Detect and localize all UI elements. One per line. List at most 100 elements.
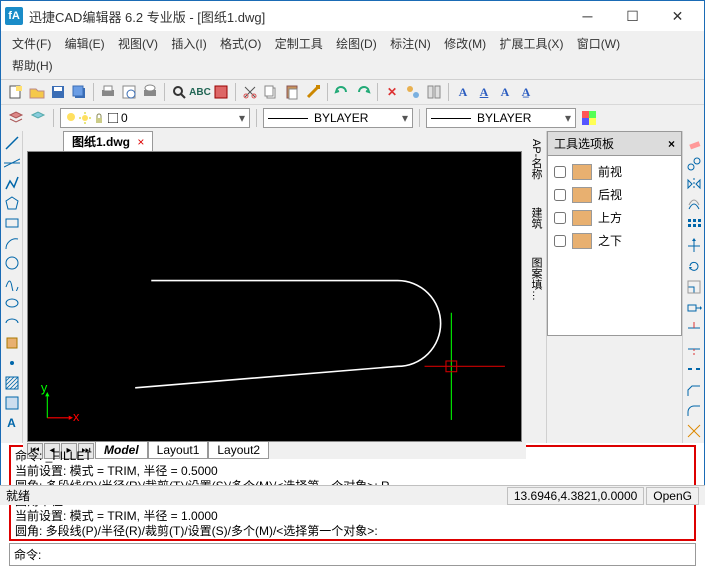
break-icon[interactable] — [685, 361, 703, 378]
array-icon[interactable] — [685, 217, 703, 234]
copy2-icon[interactable] — [685, 156, 703, 173]
layer-states-icon[interactable] — [29, 109, 47, 127]
open-icon[interactable] — [28, 83, 46, 101]
menu-view[interactable]: 视图(V) — [113, 33, 163, 55]
app-logo: fA — [5, 7, 23, 25]
copy-icon[interactable] — [262, 83, 280, 101]
arc-icon[interactable] — [3, 235, 21, 251]
menu-extend[interactable]: 扩展工具(X) — [494, 33, 568, 55]
chevron-down-icon: ▾ — [402, 111, 408, 125]
close-tab-icon[interactable]: × — [137, 135, 144, 149]
spline-icon[interactable] — [3, 275, 21, 291]
props-icon[interactable] — [404, 83, 422, 101]
menu-modify[interactable]: 修改(M) — [439, 33, 491, 55]
block-icon[interactable] — [3, 335, 21, 351]
command-line[interactable]: 命令: — [9, 543, 696, 566]
menu-insert[interactable]: 插入(I) — [166, 33, 211, 55]
menu-draw[interactable]: 绘图(D) — [331, 33, 382, 55]
polyline-icon[interactable] — [3, 175, 21, 191]
palette-check[interactable] — [554, 235, 566, 247]
bulb-icon — [65, 112, 77, 124]
document-tab[interactable]: 图纸1.dwg × — [63, 131, 153, 151]
cut-icon[interactable] — [241, 83, 259, 101]
new-icon[interactable] — [7, 83, 25, 101]
palette-item[interactable]: 后视 — [552, 183, 677, 206]
menu-window[interactable]: 窗口(W) — [572, 33, 625, 55]
move-icon[interactable] — [685, 238, 703, 255]
print-icon[interactable] — [99, 83, 117, 101]
undo-icon[interactable] — [333, 83, 351, 101]
modify-toolbar — [682, 131, 704, 443]
side-tab-ap[interactable]: AP-名称 — [527, 135, 545, 183]
save-icon[interactable] — [49, 83, 67, 101]
scale-icon[interactable] — [685, 279, 703, 296]
text-a3-icon[interactable]: A — [496, 83, 514, 101]
palette-check[interactable] — [554, 166, 566, 178]
plot-icon[interactable] — [141, 83, 159, 101]
polygon-icon[interactable] — [3, 195, 21, 211]
spell-icon[interactable]: ABC — [191, 83, 209, 101]
paste-icon[interactable] — [283, 83, 301, 101]
close-button[interactable]: ✕ — [655, 2, 700, 30]
xline-icon[interactable] — [3, 155, 21, 171]
layout-tab-1[interactable]: Layout1 — [148, 442, 209, 459]
side-tab-arch[interactable]: 建筑 — [527, 203, 545, 233]
menu-file[interactable]: 文件(F) — [7, 33, 56, 55]
mirror-icon[interactable] — [685, 176, 703, 193]
region-icon[interactable] — [3, 395, 21, 411]
menu-dim[interactable]: 标注(N) — [385, 33, 436, 55]
extend-icon[interactable] — [685, 340, 703, 357]
layer-manager-icon[interactable] — [7, 109, 25, 127]
layout-tab-model[interactable]: Model — [95, 442, 148, 459]
palette-item[interactable]: 之下 — [552, 229, 677, 252]
fillet-icon[interactable] — [685, 402, 703, 419]
line-icon[interactable] — [3, 135, 21, 151]
erase-icon[interactable] — [685, 135, 703, 152]
palette-close-icon[interactable]: × — [668, 137, 675, 151]
palette-check[interactable] — [554, 212, 566, 224]
rectangle-icon[interactable] — [3, 215, 21, 231]
palette-check[interactable] — [554, 189, 566, 201]
explode-icon[interactable] — [685, 422, 703, 439]
ellipse-arc-icon[interactable] — [3, 315, 21, 331]
find-icon[interactable] — [170, 83, 188, 101]
redo-icon[interactable] — [354, 83, 372, 101]
drawing-canvas[interactable]: x y — [27, 151, 522, 442]
stretch-icon[interactable] — [685, 299, 703, 316]
text-a2-icon[interactable]: A — [475, 83, 493, 101]
linetype-combo[interactable]: BYLAYER ▾ — [263, 108, 413, 128]
trim-icon[interactable] — [685, 320, 703, 337]
offset-icon[interactable] — [685, 197, 703, 214]
circle-icon[interactable] — [3, 255, 21, 271]
menu-custom-tools[interactable]: 定制工具 — [270, 33, 328, 55]
tool-palette-icon[interactable] — [425, 83, 443, 101]
maximize-button[interactable]: ☐ — [610, 2, 655, 30]
side-tab-hatch[interactable]: 图案填… — [527, 253, 545, 305]
rotate-icon[interactable] — [685, 258, 703, 275]
saveall-icon[interactable] — [70, 83, 88, 101]
palette-item[interactable]: 前视 — [552, 160, 677, 183]
minimize-button[interactable]: ─ — [565, 2, 610, 30]
status-bar: 就绪 13.6946,4.3821,0.0000 OpenG — [0, 485, 705, 505]
chamfer-icon[interactable] — [685, 381, 703, 398]
lock-icon — [93, 112, 105, 124]
layer-combo[interactable]: 0 ▾ — [60, 108, 250, 128]
text-a4-icon[interactable]: A̲ — [517, 83, 535, 101]
text-icon[interactable]: A — [3, 415, 21, 431]
menu-help[interactable]: 帮助(H) — [7, 55, 58, 77]
print-preview-icon[interactable] — [120, 83, 138, 101]
menu-edit[interactable]: 编辑(E) — [60, 33, 110, 55]
layout-tab-2[interactable]: Layout2 — [208, 442, 269, 459]
point-icon[interactable] — [3, 355, 21, 371]
text-a1-icon[interactable]: A — [454, 83, 472, 101]
ellipse-icon[interactable] — [3, 295, 21, 311]
menu-format[interactable]: 格式(O) — [215, 33, 266, 55]
match-icon[interactable] — [304, 83, 322, 101]
palette-item[interactable]: 上方 — [552, 206, 677, 229]
delete-icon[interactable]: ✕ — [383, 83, 401, 101]
color-swatch-icon[interactable] — [580, 109, 598, 127]
lineweight-combo[interactable]: BYLAYER ▾ — [426, 108, 576, 128]
audit-icon[interactable] — [212, 83, 230, 101]
hatch-icon[interactable] — [3, 375, 21, 391]
swatch-icon — [572, 164, 592, 180]
